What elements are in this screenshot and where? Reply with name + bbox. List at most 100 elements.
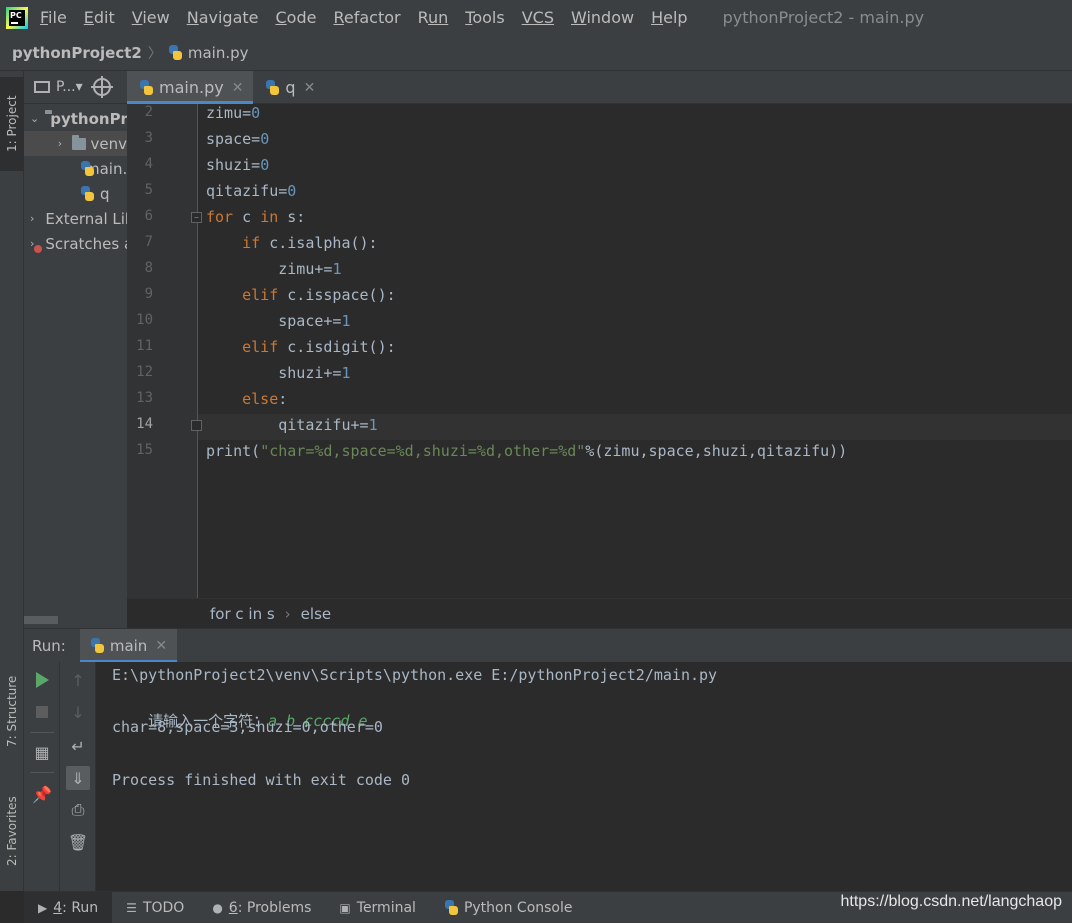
run-panel-header: Run: main ✕ [24,628,1072,663]
printer-icon: ⎙ [71,800,85,819]
project-panel: P... ▾ ⌄ pythonProject2 › venv main.py q… [24,71,127,628]
stop-icon [36,706,48,718]
print-button[interactable]: ⎙ [66,798,90,822]
code-editor[interactable]: 2 3 4 5 6 7 8 9 10 11 12 13 14 15 − zimu… [127,104,1072,598]
line-number: 6 [144,208,153,224]
python-file-icon [168,45,183,60]
code-breadcrumb-else[interactable]: else [301,605,331,623]
menu-file[interactable]: File [40,8,67,27]
breadcrumb-file[interactable]: main.py [168,44,249,62]
fold-marker-icon[interactable] [191,420,202,431]
close-icon[interactable]: ✕ [304,80,316,96]
gutter-divider [197,104,198,598]
run-tool-button[interactable]: ▶ 4: Run [24,891,113,923]
close-icon[interactable]: ✕ [155,638,167,654]
favorites-tool-tab[interactable]: 2: Favorites [0,781,24,881]
menu-vcs[interactable]: VCS [522,8,554,27]
tree-item-main-py[interactable]: main.py [24,156,127,181]
structure-tool-tab-label: 7: Structure [5,675,19,747]
code-line: zimu+=1 [206,260,342,278]
down-stack-button[interactable]: ↓ [66,700,90,724]
menu-code[interactable]: Code [276,8,317,27]
close-icon[interactable]: ✕ [232,80,244,96]
menu-help[interactable]: Help [651,8,687,27]
list-icon: ☰ [126,900,137,915]
chevron-down-icon[interactable]: ⌄ [30,112,39,125]
folder-icon [71,134,86,150]
favorites-tool-tab-label: 2: Favorites [5,796,19,866]
run-toolbar-primary: ▦ 📌 [24,662,60,891]
tree-item-scratches[interactable]: › Scratches and Consoles [24,231,127,256]
layout-button[interactable]: ▦ [30,740,54,764]
code-line: else: [242,390,288,408]
console-command-line: E:\pythonProject2\venv\Scripts\python.ex… [112,666,718,684]
tab-q[interactable]: q ✕ [253,71,325,104]
run-console[interactable]: E:\pythonProject2\venv\Scripts\python.ex… [96,662,1072,891]
terminal-tool-button[interactable]: ▣ Terminal [325,892,430,923]
menu-tools[interactable]: Tools [465,8,504,27]
trash-icon: 🗑 [67,832,89,852]
pin-icon: 📌 [32,784,52,804]
arrow-down-icon: ↓ [71,702,85,722]
rerun-button[interactable] [30,668,54,692]
python-file-icon [90,638,105,653]
line-number: 8 [144,260,153,276]
todo-tool-button[interactable]: ☰ TODO [112,892,198,923]
up-stack-button[interactable]: ↑ [66,668,90,692]
clear-all-button[interactable]: 🗑 [66,830,90,854]
view-dropdown-icon[interactable]: ▾ [76,79,83,95]
line-number: 12 [136,364,153,380]
tree-item-project-root[interactable]: ⌄ pythonProject2 [24,106,127,131]
code-line: for c in s: [206,208,306,226]
menu-navigate[interactable]: Navigate [187,8,259,27]
code-line: zimu=0 [206,104,261,122]
code-line: shuzi=0 [206,156,270,174]
chevron-right-icon[interactable]: › [54,137,66,150]
code-line: space+=1 [206,312,351,330]
chevron-right-icon[interactable]: › [30,212,34,225]
project-view-selector[interactable]: P... [56,79,76,95]
tree-item-q[interactable]: q [24,181,127,206]
tree-item-external-libraries[interactable]: › External Libraries [24,206,127,231]
locate-file-icon[interactable] [90,76,113,98]
console-finished-line: Process finished with exit code 0 [112,771,411,789]
code-line: qitazifu+=1 [206,416,378,434]
tree-item-venv[interactable]: › venv [24,131,127,156]
menu-run[interactable]: Run [418,8,449,27]
soft-wrap-button[interactable]: ↵ [66,734,90,758]
python-console-tool-button[interactable]: Python Console [430,892,587,923]
arrow-up-icon: ↑ [71,670,85,690]
problems-tool-button[interactable]: ● 6: Problems [198,892,325,923]
pin-tab-button[interactable]: 📌 [30,782,54,806]
code-line: print("char=%d,space=%d,shuzi=%d,other=%… [206,442,848,460]
line-number: 11 [136,338,153,354]
layout-icon: ▦ [34,742,50,762]
console-output-line: char=8,space=3,shuzi=0,other=0 [112,718,383,736]
code-line: if c.isalpha(): [242,234,378,252]
project-tool-tab-label: 1: Project [5,95,19,153]
left-tool-stripe: 1: Project 7: Structure 2: Favorites [0,71,24,891]
code-breadcrumb-for[interactable]: for c in s [210,605,275,623]
fold-marker-icon[interactable]: − [191,212,202,223]
terminal-icon: ▣ [339,900,351,915]
project-horizontal-scrollbar[interactable] [24,616,58,624]
code-line: elif c.isspace(): [242,286,396,304]
watermark-text: https://blog.csdn.net/langchaop [840,893,1063,910]
structure-tool-tab[interactable]: 7: Structure [0,661,24,761]
tab-main-py[interactable]: main.py ✕ [127,71,254,104]
line-number: 15 [136,442,153,458]
line-number: 7 [144,234,153,250]
run-tab-main[interactable]: main ✕ [79,628,178,663]
python-file-icon [80,186,95,201]
line-number: 2 [144,104,153,120]
menu-window[interactable]: Window [571,8,634,27]
line-number: 13 [136,390,153,406]
stop-button[interactable] [30,700,54,724]
project-tool-tab[interactable]: 1: Project [0,77,24,171]
menu-edit[interactable]: Edit [84,8,115,27]
code-line: space=0 [206,130,270,148]
menu-view[interactable]: View [132,8,170,27]
breadcrumb-project[interactable]: pythonProject2 [12,44,142,62]
menu-refactor[interactable]: Refactor [333,8,400,27]
scroll-to-end-button[interactable]: ⇓ [66,766,90,790]
